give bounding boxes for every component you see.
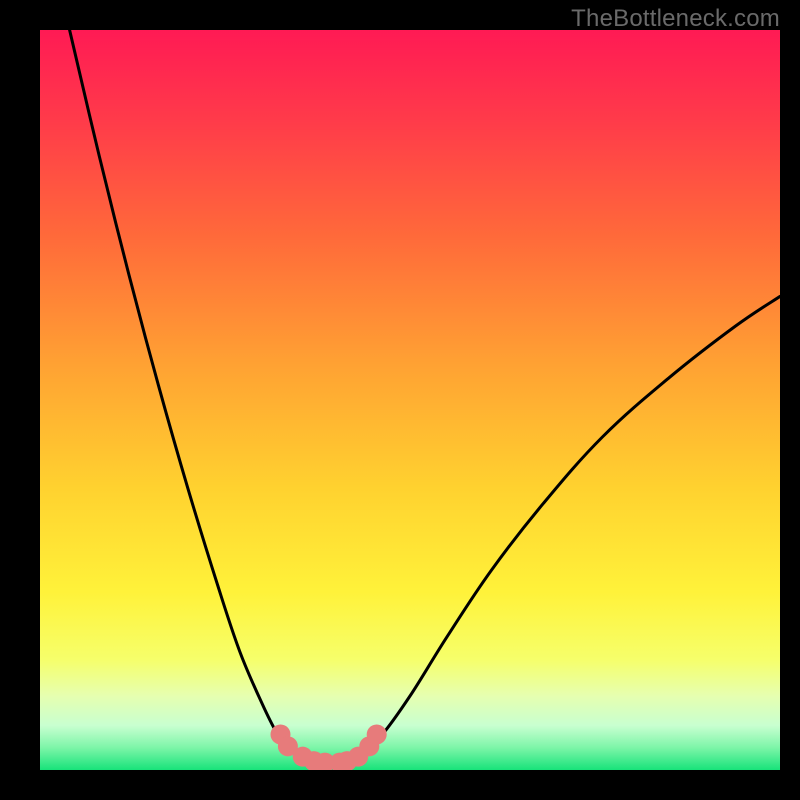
plot-area bbox=[40, 30, 780, 770]
attribution-label: TheBottleneck.com bbox=[571, 5, 780, 33]
gradient-background bbox=[40, 30, 780, 770]
chart-frame: TheBottleneck.com bbox=[0, 0, 800, 800]
chart-svg bbox=[40, 30, 780, 770]
valley-marker bbox=[367, 724, 387, 744]
